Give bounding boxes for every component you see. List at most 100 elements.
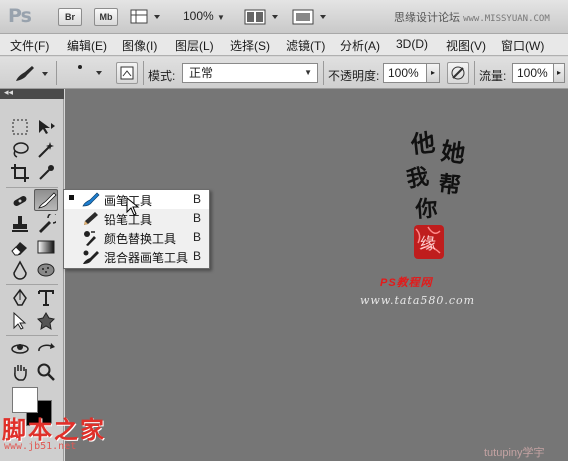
tool-group-separator	[6, 284, 58, 285]
screen-mode-dropdown[interactable]	[292, 8, 332, 26]
chevron-down-icon: ▼	[217, 13, 225, 22]
bottom-watermark-url: www.jb51.net	[4, 441, 77, 452]
site-url-label: www.tata580.com	[360, 294, 476, 307]
options-bar: 8 模式: 正常 ▼ 不透明度: 100% ▸ 流量: 100% ▸	[0, 57, 568, 128]
3d-orbit-icon	[38, 343, 55, 352]
opacity-slider-button[interactable]: ▸	[426, 63, 440, 83]
eraser-tool[interactable]	[8, 236, 32, 258]
menu-3d[interactable]: 3D(D)	[396, 37, 428, 51]
water-drop-icon	[13, 260, 27, 280]
stamp-icon	[12, 216, 28, 232]
flow-input[interactable]: 100%	[512, 63, 554, 83]
opacity-input[interactable]: 100%	[383, 63, 427, 83]
calligraphy-char: 我	[405, 163, 431, 192]
toggle-brush-panel-button[interactable]	[116, 62, 138, 84]
tools-panel-header[interactable]: ◂◂	[0, 87, 64, 99]
type-tool[interactable]	[34, 287, 58, 309]
magic-wand-icon	[38, 142, 54, 158]
tablet-pressure-opacity-button[interactable]	[447, 62, 469, 84]
zoom-level-dropdown[interactable]: 100% ▼	[183, 9, 225, 23]
custom-shape-tool[interactable]	[34, 310, 58, 332]
lasso-icon	[13, 142, 29, 158]
pen-tool[interactable]	[8, 287, 32, 309]
tool-group-separator	[6, 335, 58, 336]
spot-healing-brush-tool[interactable]	[8, 190, 32, 212]
bridge-button[interactable]: Br	[58, 8, 82, 26]
chevron-right-icon: ▸	[430, 68, 435, 77]
screen-mode-icon	[292, 9, 326, 25]
color-replace-icon	[84, 231, 96, 246]
site-watermark-cn: 思缘设计论坛	[394, 12, 460, 24]
mixer-brush-icon	[83, 250, 99, 264]
menu-analysis[interactable]: 分析(A)	[340, 37, 380, 54]
menu-select[interactable]: 选择(S)	[230, 37, 270, 54]
menu-image[interactable]: 图像(I)	[122, 37, 157, 54]
gradient-tool[interactable]	[34, 236, 58, 258]
eraser-icon	[11, 242, 27, 256]
menu-window[interactable]: 窗口(W)	[501, 37, 544, 54]
blend-mode-select[interactable]: 正常 ▼	[182, 63, 318, 83]
separator	[474, 61, 475, 85]
arrange-documents-dropdown[interactable]	[244, 8, 284, 26]
view-extras-dropdown[interactable]	[130, 8, 166, 26]
flyout-item-shortcut: B	[192, 230, 201, 244]
calligraphy-char: 她	[439, 136, 467, 168]
application-bar: Ps Br Mb 100% ▼ 思缘设计论坛 www.MISSYUAN.COM	[0, 0, 568, 34]
menu-view[interactable]: 视图(V)	[446, 37, 486, 54]
mini-bridge-button[interactable]: Mb	[94, 8, 118, 26]
brush-preset-picker[interactable]	[64, 60, 108, 86]
menu-filter[interactable]: 滤镜(T)	[286, 37, 325, 54]
blur-tool[interactable]	[8, 259, 32, 281]
quick-selection-tool[interactable]	[34, 139, 58, 161]
lasso-tool[interactable]	[8, 139, 32, 161]
flow-label: 流量:	[479, 69, 507, 83]
flyout-item-label: 混合器画笔工具	[104, 251, 189, 265]
hand-icon	[14, 365, 27, 381]
flyout-item-shortcut: B	[192, 249, 201, 263]
menu-file[interactable]: 文件(F)	[10, 37, 49, 54]
path-selection-tool[interactable]	[8, 310, 32, 332]
bottom-right-watermark: tutupiny学宇	[484, 447, 545, 459]
calligraphy-char: 你	[414, 196, 439, 224]
brush-icon	[38, 192, 57, 209]
zoom-level: 100%	[183, 9, 214, 23]
brush-tip-icon	[78, 65, 102, 75]
collapse-panel-icon: ◂◂	[4, 87, 14, 97]
seal-char: 缘	[420, 234, 436, 253]
3d-orbit-tool[interactable]	[34, 338, 58, 360]
move-tool[interactable]	[34, 116, 58, 138]
calligraphy-char: 他	[409, 128, 437, 159]
separator	[323, 61, 324, 85]
flyout-item-mixer-brush[interactable]: 混合器画笔工具 B	[64, 247, 209, 266]
brush-tool[interactable]	[34, 189, 58, 211]
crop-tool[interactable]	[8, 162, 32, 184]
eyedropper-tool[interactable]	[34, 162, 58, 184]
brush-icon	[16, 66, 48, 81]
site-watermark-url: www.MISSYUAN.COM	[463, 14, 550, 24]
flyout-item-label: 颜色替换工具	[104, 232, 177, 246]
bandage-icon	[13, 196, 27, 206]
3d-rotate-tool[interactable]	[8, 338, 32, 360]
pencil-icon	[84, 212, 98, 225]
opacity-label: 不透明度:	[328, 69, 380, 83]
sponge-icon	[37, 263, 55, 277]
separator	[143, 61, 144, 85]
menu-layer[interactable]: 图层(L)	[175, 37, 214, 54]
rectangular-marquee-tool[interactable]	[8, 116, 32, 138]
dodge-tool[interactable]	[34, 259, 58, 281]
flow-slider-button[interactable]: ▸	[553, 63, 565, 83]
menu-edit[interactable]: 编辑(E)	[67, 37, 107, 54]
flyout-item-color-replacement[interactable]: 颜色替换工具 B	[64, 228, 209, 247]
grid-view-icon	[130, 9, 160, 24]
hand-tool[interactable]	[8, 361, 32, 383]
clone-stamp-tool[interactable]	[8, 213, 32, 235]
zoom-tool[interactable]	[34, 361, 58, 383]
history-brush-tool[interactable]	[34, 213, 58, 235]
red-seal: 缘	[414, 225, 444, 259]
chevron-down-icon: ▼	[304, 68, 312, 77]
chevron-right-icon: ▸	[556, 68, 561, 77]
tool-preset-picker[interactable]	[10, 62, 50, 84]
path-arrow-icon	[13, 311, 27, 330]
tools-panel: ◂◂	[0, 87, 64, 461]
mode-label: 模式:	[148, 69, 176, 83]
